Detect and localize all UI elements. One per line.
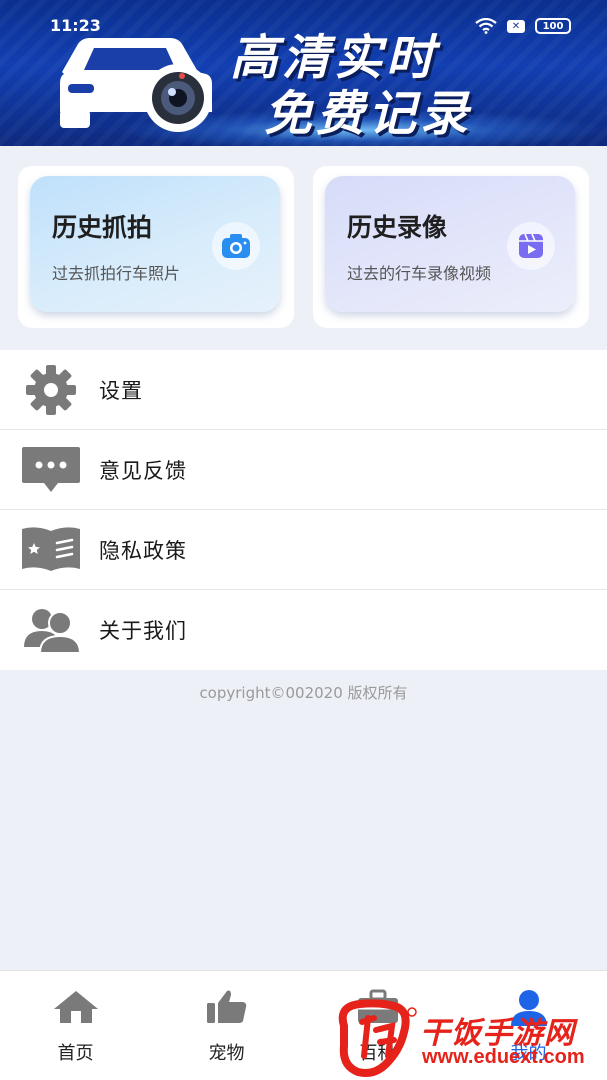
top-banner[interactable]: 11:23 ✕ 100 高清实时 免费记录 <box>0 0 607 146</box>
banner-line2: 免费记录 <box>264 86 473 142</box>
wifi-icon <box>475 18 497 34</box>
home-icon <box>53 991 98 1023</box>
settings-menu: 设置 意见反馈 隐私政策 关于我们 <box>0 350 607 670</box>
users-icon <box>20 602 82 658</box>
card-title: 历史抓拍 <box>52 213 153 242</box>
card-title: 历史录像 <box>347 213 448 242</box>
camera-icon <box>212 222 260 270</box>
nav-label: 宠物 <box>208 1043 245 1064</box>
book-icon <box>20 522 82 578</box>
battery-icon: 100 <box>535 18 571 34</box>
copyright-text: copyright©002020 版权所有 <box>199 684 408 702</box>
feature-cards: 历史抓拍 过去抓拍行车照片 历史录像 过去的行车录像视频 <box>0 146 607 350</box>
car-camera-icon <box>60 38 212 132</box>
menu-item-about[interactable]: 关于我们 <box>0 590 607 670</box>
menu-item-feedback[interactable]: 意见反馈 <box>0 430 607 510</box>
menu-label: 设置 <box>99 378 143 403</box>
watermark-logo <box>338 999 417 1077</box>
thumbs-up-icon <box>206 990 246 1023</box>
menu-label: 隐私政策 <box>99 538 187 563</box>
menu-item-settings[interactable]: 设置 <box>0 350 607 430</box>
history-snapshot-card[interactable]: 历史抓拍 过去抓拍行车照片 <box>30 176 280 312</box>
watermark-url: www.eduext.com <box>422 1046 585 1068</box>
card-subtitle: 过去的行车录像视频 <box>347 264 492 283</box>
card-subtitle: 过去抓拍行车照片 <box>52 264 181 283</box>
gear-icon <box>20 362 82 418</box>
status-icons: ✕ 100 <box>475 18 571 34</box>
menu-label: 意见反馈 <box>99 458 187 483</box>
tab-home[interactable]: 首页 <box>0 971 151 1080</box>
nav-label: 首页 <box>57 1043 94 1064</box>
chat-icon <box>20 442 82 498</box>
history-video-card-frame: 历史录像 过去的行车录像视频 <box>313 166 589 328</box>
tab-pets[interactable]: 宠物 <box>151 971 302 1080</box>
menu-label: 关于我们 <box>99 619 187 643</box>
banner-line1: 高清实时 <box>230 30 439 86</box>
menu-item-privacy[interactable]: 隐私政策 <box>0 510 607 590</box>
history-video-card[interactable]: 历史录像 过去的行车录像视频 <box>325 176 575 312</box>
history-snapshot-card-frame: 历史抓拍 过去抓拍行车照片 <box>18 166 294 328</box>
banner-slogan: 高清实时 免费记录 <box>230 30 472 142</box>
video-icon <box>507 222 555 270</box>
watermark: 干饭手游网 www.eduext.com <box>330 996 607 1080</box>
sim-x-icon: ✕ <box>507 19 525 33</box>
